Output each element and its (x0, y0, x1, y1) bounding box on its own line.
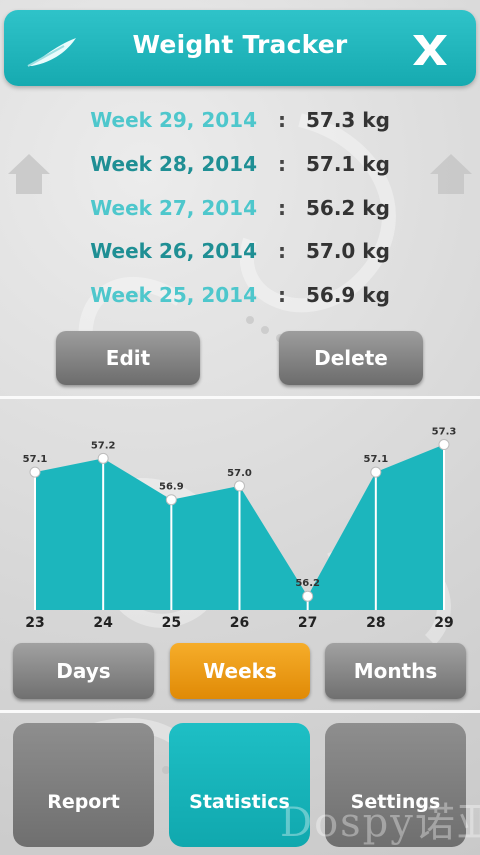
entry-week: Week 27, 2014 (90, 196, 257, 220)
tab-weeks[interactable]: Weeks (170, 643, 310, 699)
list-item[interactable]: Week 29, 2014 : 57.3 kg (0, 108, 480, 144)
entry-separator: : (278, 239, 286, 263)
weight-chart: 57.1 23 57.2 24 56.9 25 57.0 26 56.2 27 57.1 28 57.3… (23, 427, 457, 631)
chart-x-tick-label: 26 (230, 615, 249, 631)
chart-x-tick-label: 28 (366, 615, 385, 631)
tab-months[interactable]: Months (325, 643, 466, 699)
chart-point (29, 466, 41, 478)
entry-weight: 56.2 kg (306, 196, 390, 220)
chart-data-label: 57.2 (91, 440, 116, 451)
entry-separator: : (278, 196, 286, 220)
nav-report-button[interactable]: Report (13, 723, 154, 847)
chart-point (165, 494, 177, 506)
chart-data-label: 57.1 (23, 454, 48, 465)
chart-data-label: 56.2 (295, 578, 320, 589)
entry-week: Week 29, 2014 (90, 108, 257, 132)
entry-separator: : (278, 283, 286, 307)
chart-x-tick-label: 24 (93, 615, 113, 631)
app-title: Weight Tracker (132, 30, 348, 59)
delete-button[interactable]: Delete (279, 331, 423, 385)
chart-data-label: 57.1 (363, 454, 388, 465)
chart-point (438, 439, 450, 451)
chart-point (97, 452, 109, 464)
entry-week: Week 25, 2014 (90, 283, 257, 307)
chart-data-label: 57.0 (227, 468, 252, 479)
list-item[interactable]: Week 26, 2014 : 57.0 kg (0, 239, 480, 275)
tab-days[interactable]: Days (13, 643, 154, 699)
list-item[interactable]: Week 25, 2014 : 56.9 kg (0, 283, 480, 319)
entry-week: Week 28, 2014 (90, 152, 257, 176)
chart-data-label: 57.3 (432, 427, 457, 438)
entry-weight: 57.0 kg (306, 239, 390, 263)
divider (0, 710, 480, 713)
list-item[interactable]: Week 27, 2014 : 56.2 kg (0, 196, 480, 232)
chart-point (370, 466, 382, 478)
chart-data-label: 56.9 (159, 482, 184, 493)
entry-weight: 57.1 kg (306, 152, 390, 176)
list-item[interactable]: Week 28, 2014 : 57.1 kg (0, 152, 480, 188)
app-header: Weight Tracker (4, 10, 476, 86)
entry-separator: : (278, 152, 286, 176)
divider (0, 396, 480, 399)
entry-week: Week 26, 2014 (90, 239, 257, 263)
watermark: Dospy诺亚方舟 (280, 800, 480, 846)
chart-x-tick-label: 23 (25, 615, 44, 631)
chart-point (234, 480, 245, 492)
chart-x-tick-label: 29 (434, 615, 453, 631)
entry-weight: 57.3 kg (306, 108, 390, 132)
chart-x-tick-label: 25 (162, 615, 181, 631)
close-icon[interactable] (410, 32, 450, 68)
entry-weight: 56.9 kg (306, 283, 390, 307)
chart-point (302, 590, 314, 602)
entry-separator: : (278, 108, 286, 132)
chart-x-tick-label: 27 (298, 615, 317, 631)
edit-button[interactable]: Edit (56, 331, 200, 385)
nav-report-label: Report (47, 791, 120, 813)
